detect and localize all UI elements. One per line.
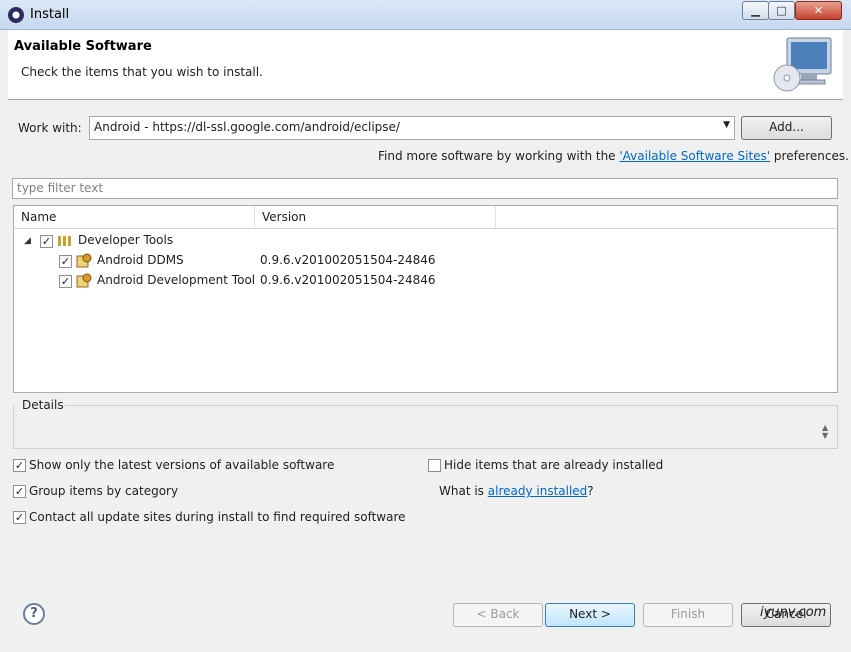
plugin-icon	[76, 253, 92, 268]
details-panel	[13, 405, 838, 449]
title-bar: Install ▁ □ ✕	[0, 0, 851, 30]
work-with-value: Android - https://dl-ssl.google.com/andr…	[94, 120, 400, 134]
maximize-button[interactable]: □	[768, 1, 795, 20]
group-name: Developer Tools	[78, 233, 174, 247]
item-version: 0.9.6.v201002051504-24846	[260, 273, 436, 287]
banner-title: Available Software	[14, 39, 152, 54]
details-label: Details	[22, 398, 64, 412]
next-button[interactable]: Next >	[545, 603, 635, 627]
checkbox-android-dev-tools[interactable]: ✓	[59, 275, 72, 288]
hide-installed-label[interactable]: Hide items that are already installed	[444, 458, 663, 472]
table-row[interactable]: ◢ ✓ Developer Tools	[14, 231, 837, 251]
already-installed-link[interactable]: already installed	[488, 484, 588, 498]
work-with-label: Work with:	[18, 121, 82, 135]
collapse-arrow-icon[interactable]: ◢	[24, 236, 31, 246]
filter-input[interactable]: type filter text	[12, 178, 838, 199]
table-row[interactable]: ✓ Android Development Tool 0.9.6.v201002…	[14, 271, 837, 291]
install-monitor-icon	[773, 37, 832, 92]
find-more-text: Find more software by working with the '…	[378, 149, 849, 163]
wizard-banner: Available Software Check the items that …	[8, 30, 843, 100]
details-divider	[65, 405, 838, 406]
column-header-version[interactable]: Version	[255, 206, 496, 228]
item-name: Android DDMS	[97, 253, 184, 267]
watermark-text: iyunv.com	[760, 605, 827, 620]
category-icon	[58, 236, 71, 246]
contact-sites-label[interactable]: Contact all update sites during install …	[29, 510, 406, 524]
help-icon[interactable]: ?	[23, 603, 45, 625]
checkbox-developer-tools[interactable]: ✓	[40, 235, 53, 248]
column-header-name[interactable]: Name	[14, 206, 255, 228]
checkbox-group-category[interactable]: ✓	[13, 485, 26, 498]
add-button[interactable]: Add...	[741, 116, 832, 140]
available-sites-link[interactable]: 'Available Software Sites'	[619, 149, 770, 163]
checkbox-latest-versions[interactable]: ✓	[13, 459, 26, 472]
dropdown-arrow-icon[interactable]: ▼	[723, 120, 730, 130]
plugin-icon	[76, 273, 92, 288]
what-is-text: What is already installed?	[439, 484, 594, 498]
checkbox-contact-sites[interactable]: ✓	[13, 511, 26, 524]
banner-subtitle: Check the items that you wish to install…	[21, 65, 263, 79]
checkbox-hide-installed[interactable]	[428, 459, 441, 472]
minimize-button[interactable]: ▁	[742, 1, 769, 20]
finish-button[interactable]: Finish	[643, 603, 733, 627]
back-button[interactable]: < Back	[453, 603, 543, 627]
table-header: Name Version	[14, 206, 837, 229]
eclipse-icon	[8, 7, 24, 23]
software-table: Name Version ◢ ✓ Developer Tools ✓ Andro…	[13, 205, 838, 393]
window-title: Install	[30, 7, 70, 22]
group-category-label[interactable]: Group items by category	[29, 484, 178, 498]
details-scroll-icon[interactable]: ▲ ▼	[822, 424, 828, 440]
item-name: Android Development Tool	[97, 273, 256, 287]
work-with-combo[interactable]: Android - https://dl-ssl.google.com/andr…	[89, 116, 735, 140]
latest-versions-label[interactable]: Show only the latest versions of availab…	[29, 458, 334, 472]
close-button[interactable]: ✕	[795, 1, 842, 20]
checkbox-android-ddms[interactable]: ✓	[59, 255, 72, 268]
item-version: 0.9.6.v201002051504-24846	[260, 253, 436, 267]
table-row[interactable]: ✓ Android DDMS 0.9.6.v201002051504-24846	[14, 251, 837, 271]
